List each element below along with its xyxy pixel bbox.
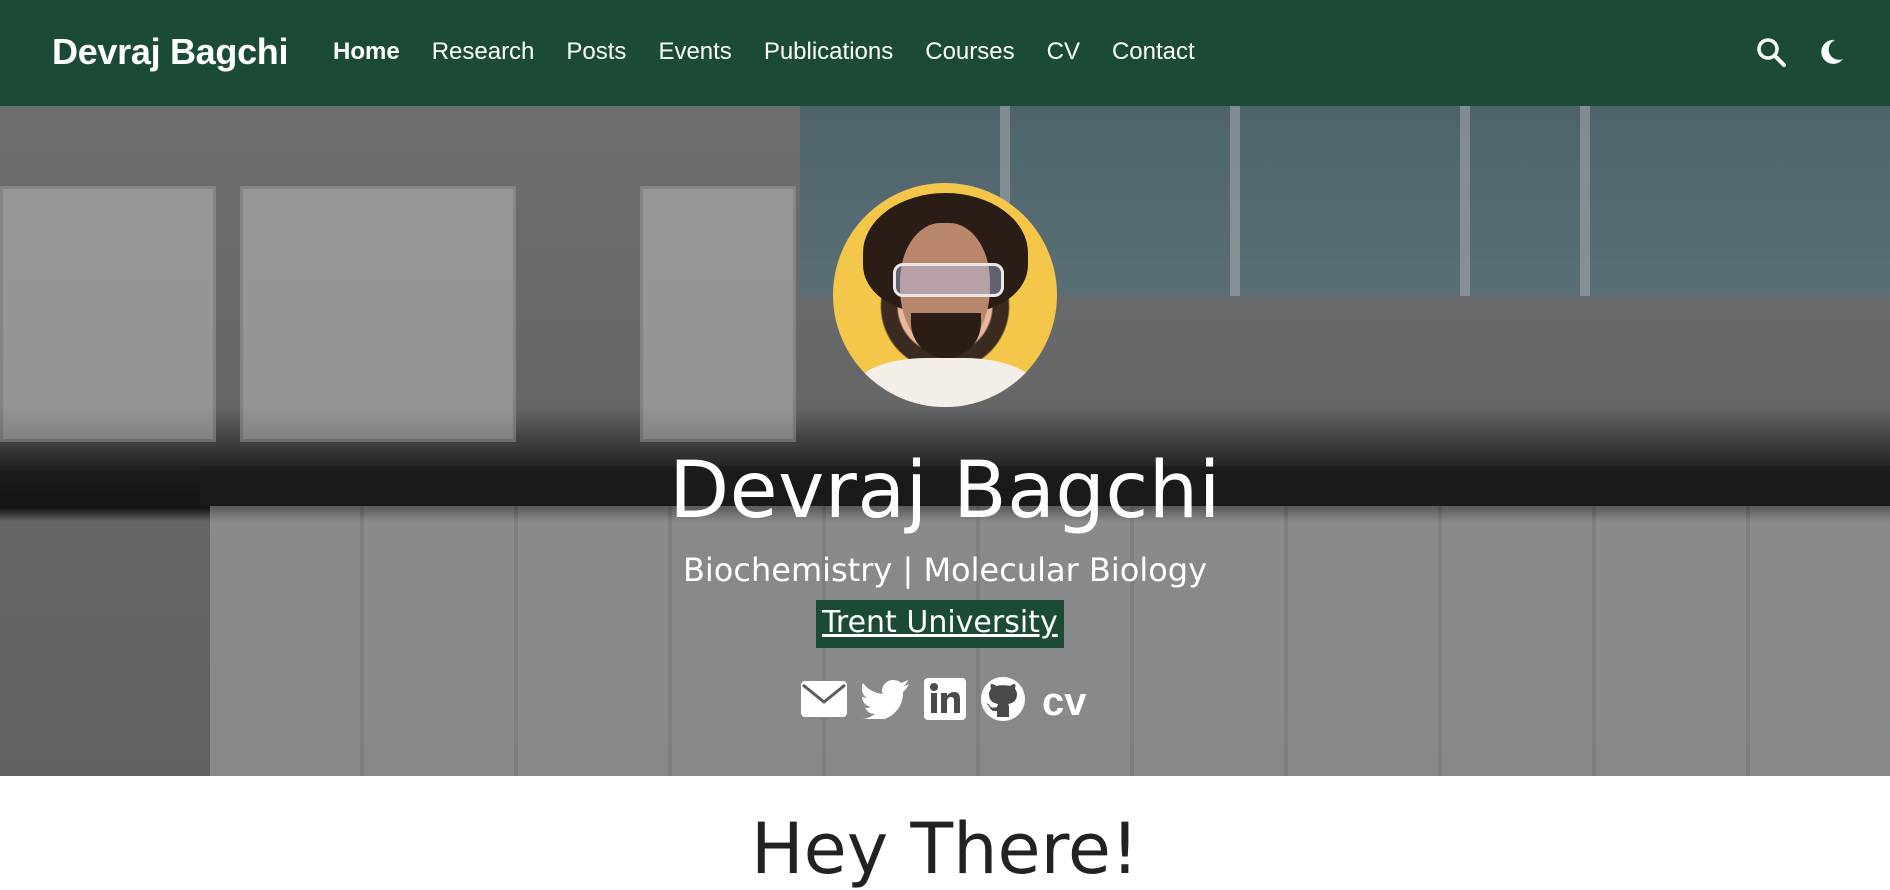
nav-item-events[interactable]: Events (658, 38, 731, 66)
github-icon[interactable] (980, 676, 1026, 727)
intro-heading: Hey There! (751, 808, 1139, 890)
twitter-icon[interactable] (862, 679, 910, 724)
nav-item-courses[interactable]: Courses (925, 38, 1014, 66)
hero-name: Devraj Bagchi (669, 446, 1221, 536)
nav-item-research[interactable]: Research (432, 38, 535, 66)
nav-item-contact[interactable]: Contact (1112, 38, 1195, 66)
search-icon[interactable] (1756, 37, 1786, 67)
top-navbar: Devraj Bagchi Home Research Posts Events… (0, 0, 1890, 106)
envelope-icon[interactable] (800, 680, 848, 723)
linkedin-icon[interactable] (924, 678, 966, 725)
nav-item-cv[interactable]: CV (1047, 38, 1080, 66)
social-links: cv (800, 676, 1087, 727)
nav-item-publications[interactable]: Publications (764, 38, 893, 66)
hero-banner: Devraj Bagchi Biochemistry | Molecular B… (0, 106, 1890, 776)
dark-mode-moon-icon[interactable] (1816, 37, 1846, 67)
nav-item-home[interactable]: Home (333, 38, 400, 66)
cv-icon[interactable]: cv (1042, 682, 1087, 722)
site-brand[interactable]: Devraj Bagchi (52, 31, 289, 73)
main-nav: Home Research Posts Events Publications … (333, 38, 1227, 66)
profile-avatar (833, 183, 1057, 407)
navbar-icons (1756, 37, 1846, 67)
organization-link[interactable]: Trent University (816, 600, 1064, 648)
nav-item-posts[interactable]: Posts (566, 38, 626, 66)
hero-subtitle: Biochemistry | Molecular Biology (682, 551, 1208, 589)
